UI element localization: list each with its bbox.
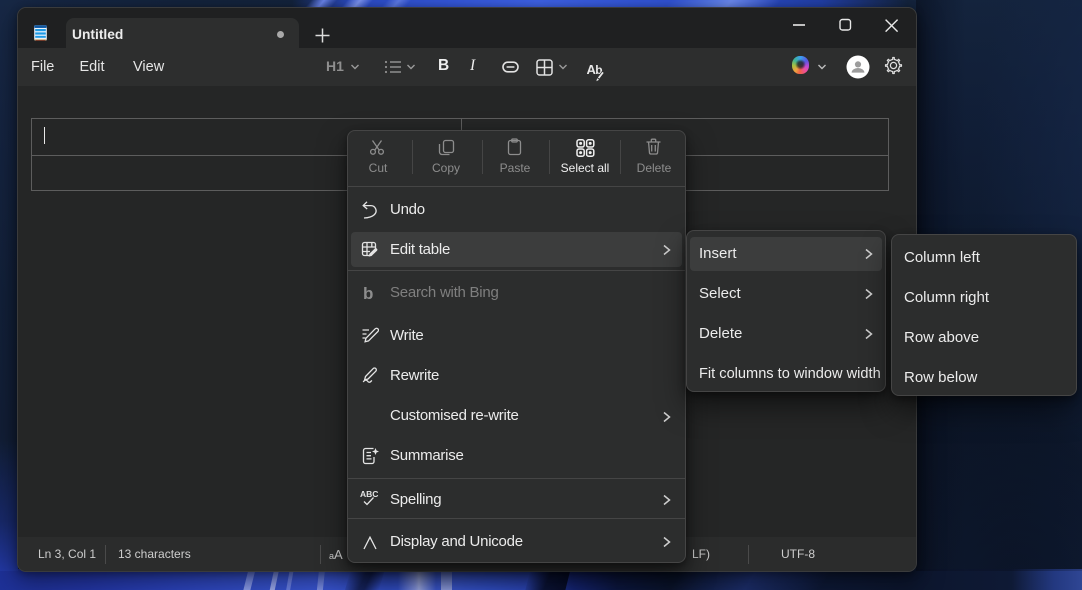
- svg-text:ABC: ABC: [360, 489, 378, 499]
